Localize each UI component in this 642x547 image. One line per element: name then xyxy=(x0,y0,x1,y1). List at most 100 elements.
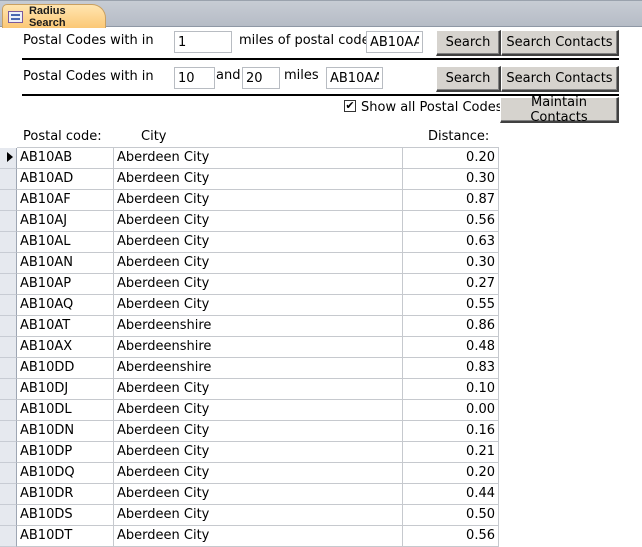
postal-code-cell[interactable]: AB10DP xyxy=(17,442,114,463)
table-row[interactable]: AB10AB Aberdeen City 0.20 xyxy=(0,148,500,169)
max-miles-input[interactable] xyxy=(242,67,280,89)
postal-code-cell[interactable]: AB10DD xyxy=(17,358,114,379)
search-button-1[interactable]: Search xyxy=(436,30,501,56)
table-row[interactable]: AB10DQ Aberdeen City 0.20 xyxy=(0,463,500,484)
distance-cell[interactable]: 0.48 xyxy=(403,337,499,358)
record-selector[interactable] xyxy=(0,211,17,232)
city-cell[interactable]: Aberdeen City xyxy=(114,526,403,547)
postal-code-cell[interactable]: AB10DT xyxy=(17,526,114,547)
city-cell[interactable]: Aberdeen City xyxy=(114,169,403,190)
record-selector[interactable] xyxy=(0,400,17,421)
distance-cell[interactable]: 0.55 xyxy=(403,295,499,316)
city-cell[interactable]: Aberdeen City xyxy=(114,211,403,232)
record-selector[interactable] xyxy=(0,295,17,316)
distance-cell[interactable]: 0.10 xyxy=(403,379,499,400)
postal-code-cell[interactable]: AB10DQ xyxy=(17,463,114,484)
distance-cell[interactable]: 0.56 xyxy=(403,211,499,232)
distance-cell[interactable]: 0.20 xyxy=(403,148,499,169)
distance-cell[interactable]: 0.87 xyxy=(403,190,499,211)
distance-cell[interactable]: 0.83 xyxy=(403,358,499,379)
postal-code-cell[interactable]: AB10AF xyxy=(17,190,114,211)
record-selector[interactable] xyxy=(0,253,17,274)
table-row[interactable]: AB10DJ Aberdeen City 0.10 xyxy=(0,379,500,400)
min-miles-input[interactable] xyxy=(174,67,215,89)
record-selector[interactable] xyxy=(0,190,17,211)
postal-code-cell[interactable]: AB10AB xyxy=(17,148,114,169)
postal-code-cell[interactable]: AB10DN xyxy=(17,421,114,442)
maintain-contacts-button[interactable]: Maintain Contacts xyxy=(500,95,619,125)
record-selector[interactable] xyxy=(0,442,17,463)
city-cell[interactable]: Aberdeen City xyxy=(114,295,403,316)
record-selector[interactable] xyxy=(0,421,17,442)
distance-cell[interactable]: 0.16 xyxy=(403,421,499,442)
record-selector[interactable] xyxy=(0,505,17,526)
miles-input[interactable] xyxy=(174,31,232,53)
record-selector[interactable] xyxy=(0,484,17,505)
table-row[interactable]: AB10AN Aberdeen City 0.30 xyxy=(0,253,500,274)
table-row[interactable]: AB10AJ Aberdeen City 0.56 xyxy=(0,211,500,232)
city-cell[interactable]: Aberdeen City xyxy=(114,463,403,484)
distance-cell[interactable]: 0.44 xyxy=(403,484,499,505)
postal-code-cell[interactable]: AB10AN xyxy=(17,253,114,274)
record-selector[interactable] xyxy=(0,463,17,484)
city-cell[interactable]: Aberdeen City xyxy=(114,400,403,421)
distance-cell[interactable]: 0.21 xyxy=(403,442,499,463)
city-cell[interactable]: Aberdeenshire xyxy=(114,337,403,358)
table-row[interactable]: AB10DS Aberdeen City 0.50 xyxy=(0,505,500,526)
postal-code-input-2[interactable] xyxy=(326,67,383,89)
postal-code-cell[interactable]: AB10AX xyxy=(17,337,114,358)
postal-code-cell[interactable]: AB10AD xyxy=(17,169,114,190)
city-cell[interactable]: Aberdeen City xyxy=(114,232,403,253)
distance-cell[interactable]: 0.30 xyxy=(403,253,499,274)
current-record-indicator-icon[interactable] xyxy=(0,148,17,169)
postal-code-cell[interactable]: AB10AL xyxy=(17,232,114,253)
postal-code-cell[interactable]: AB10AQ xyxy=(17,295,114,316)
postal-code-cell[interactable]: AB10AT xyxy=(17,316,114,337)
distance-cell[interactable]: 0.56 xyxy=(403,526,499,547)
city-cell[interactable]: Aberdeen City xyxy=(114,148,403,169)
distance-cell[interactable]: 0.27 xyxy=(403,274,499,295)
city-cell[interactable]: Aberdeen City xyxy=(114,442,403,463)
city-cell[interactable]: Aberdeenshire xyxy=(114,358,403,379)
table-row[interactable]: AB10DD Aberdeenshire 0.83 xyxy=(0,358,500,379)
record-selector[interactable] xyxy=(0,526,17,547)
record-selector[interactable] xyxy=(0,316,17,337)
postal-code-cell[interactable]: AB10DR xyxy=(17,484,114,505)
table-row[interactable]: AB10DN Aberdeen City 0.16 xyxy=(0,421,500,442)
postal-code-cell[interactable]: AB10DL xyxy=(17,400,114,421)
table-row[interactable]: AB10DT Aberdeen City 0.56 xyxy=(0,526,500,547)
record-selector[interactable] xyxy=(0,337,17,358)
table-row[interactable]: AB10AT Aberdeenshire 0.86 xyxy=(0,316,500,337)
city-cell[interactable]: Aberdeen City xyxy=(114,484,403,505)
record-selector[interactable] xyxy=(0,379,17,400)
postal-code-cell[interactable]: AB10AJ xyxy=(17,211,114,232)
distance-cell[interactable]: 0.50 xyxy=(403,505,499,526)
distance-cell[interactable]: 0.30 xyxy=(403,169,499,190)
show-all-postal-codes-checkbox[interactable]: ✔ xyxy=(344,100,356,112)
record-selector[interactable] xyxy=(0,358,17,379)
city-cell[interactable]: Aberdeen City xyxy=(114,421,403,442)
table-row[interactable]: AB10AD Aberdeen City 0.30 xyxy=(0,169,500,190)
record-selector[interactable] xyxy=(0,274,17,295)
table-row[interactable]: AB10AF Aberdeen City 0.87 xyxy=(0,190,500,211)
record-selector[interactable] xyxy=(0,232,17,253)
search-button-2[interactable]: Search xyxy=(436,66,501,92)
city-cell[interactable]: Aberdeen City xyxy=(114,379,403,400)
distance-cell[interactable]: 0.63 xyxy=(403,232,499,253)
search-contacts-button-1[interactable]: Search Contacts xyxy=(501,30,619,56)
table-row[interactable]: AB10DL Aberdeen City 0.00 xyxy=(0,400,500,421)
table-row[interactable]: AB10AQ Aberdeen City 0.55 xyxy=(0,295,500,316)
city-cell[interactable]: Aberdeen City xyxy=(114,505,403,526)
postal-code-input-1[interactable] xyxy=(366,31,423,53)
search-contacts-button-2[interactable]: Search Contacts xyxy=(501,66,619,92)
distance-cell[interactable]: 0.00 xyxy=(403,400,499,421)
city-cell[interactable]: Aberdeen City xyxy=(114,190,403,211)
postal-code-cell[interactable]: AB10DJ xyxy=(17,379,114,400)
postal-code-cell[interactable]: AB10AP xyxy=(17,274,114,295)
table-row[interactable]: AB10AX Aberdeenshire 0.48 xyxy=(0,337,500,358)
city-cell[interactable]: Aberdeen City xyxy=(114,274,403,295)
table-row[interactable]: AB10DR Aberdeen City 0.44 xyxy=(0,484,500,505)
table-row[interactable]: AB10DP Aberdeen City 0.21 xyxy=(0,442,500,463)
table-row[interactable]: AB10AL Aberdeen City 0.63 xyxy=(0,232,500,253)
record-selector[interactable] xyxy=(0,169,17,190)
